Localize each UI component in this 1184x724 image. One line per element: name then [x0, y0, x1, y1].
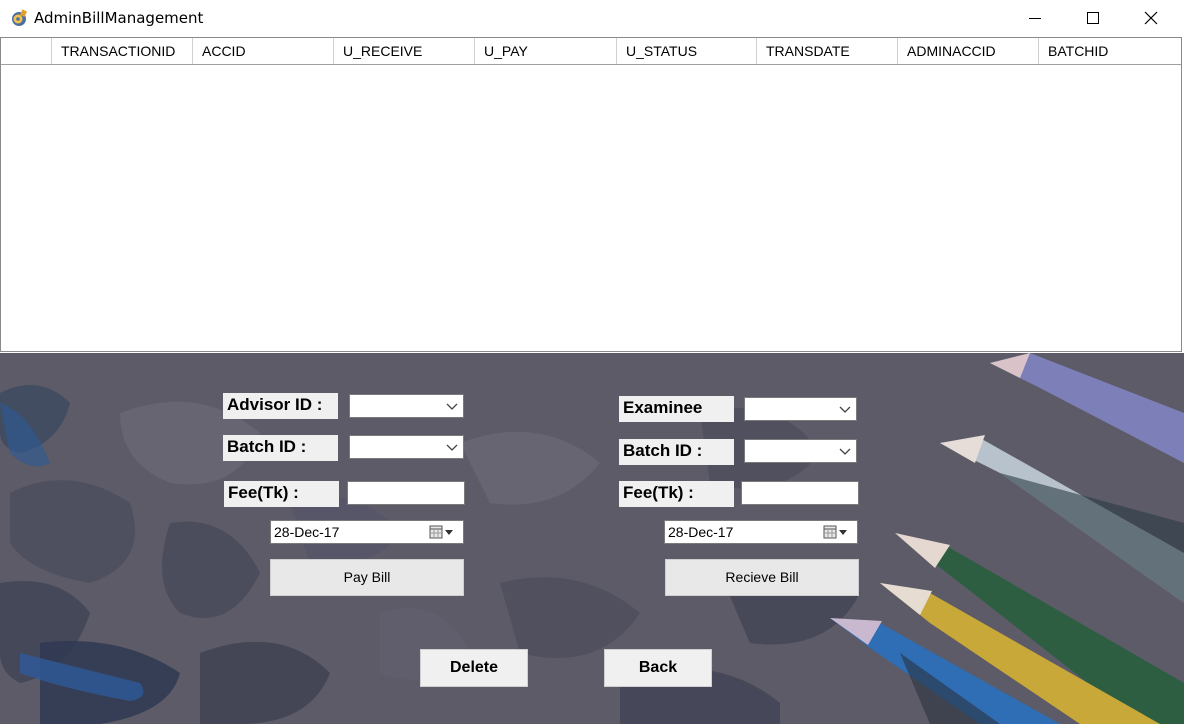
- column-header-transactionid[interactable]: TRANSACTIONID: [52, 38, 193, 64]
- maximize-button[interactable]: [1064, 0, 1122, 36]
- date-picker-right[interactable]: 28-Dec-17: [664, 520, 858, 544]
- calendar-icon: [823, 525, 847, 539]
- fee-input-right[interactable]: [741, 481, 859, 505]
- delete-button[interactable]: Delete: [420, 649, 528, 687]
- fee-label-left: Fee(Tk) :: [224, 481, 339, 507]
- background-art: [0, 353, 1184, 724]
- receive-bill-button[interactable]: Recieve Bill: [665, 559, 859, 596]
- back-button[interactable]: Back: [604, 649, 712, 687]
- column-header-batchid[interactable]: BATCHID: [1039, 38, 1181, 64]
- examinee-select[interactable]: [744, 397, 857, 421]
- examinee-label: Examinee: [619, 396, 734, 422]
- title-bar: AdminBillManagement: [0, 0, 1184, 36]
- form-panel: Advisor ID : Batch ID : Fee(Tk) : 28-Dec…: [0, 353, 1184, 724]
- date-value-right: 28-Dec-17: [668, 524, 734, 540]
- column-header-u-receive[interactable]: U_RECEIVE: [334, 38, 475, 64]
- close-button[interactable]: [1122, 0, 1180, 36]
- chevron-down-icon: [839, 406, 851, 413]
- batch-id-select-right[interactable]: [744, 439, 857, 463]
- date-value-left: 28-Dec-17: [274, 524, 340, 540]
- advisor-id-label: Advisor ID :: [223, 393, 338, 419]
- maximize-icon: [1087, 12, 1099, 24]
- window-title: AdminBillManagement: [34, 9, 204, 27]
- app-icon: [12, 9, 27, 26]
- column-header-transdate[interactable]: TRANSDATE: [757, 38, 898, 64]
- batch-id-label-left: Batch ID :: [223, 435, 338, 461]
- transactions-grid[interactable]: TRANSACTIONID ACCID U_RECEIVE U_PAY U_ST…: [0, 37, 1182, 352]
- minimize-button[interactable]: [1006, 0, 1064, 36]
- fee-input-left[interactable]: [347, 481, 465, 505]
- pay-bill-button[interactable]: Pay Bill: [270, 559, 464, 596]
- date-picker-left[interactable]: 28-Dec-17: [270, 520, 464, 544]
- calendar-icon: [429, 525, 453, 539]
- chevron-down-icon: [446, 444, 458, 451]
- column-header-u-status[interactable]: U_STATUS: [617, 38, 757, 64]
- close-icon: [1144, 11, 1158, 25]
- row-header-corner[interactable]: [1, 38, 52, 64]
- column-header-u-pay[interactable]: U_PAY: [475, 38, 617, 64]
- minimize-icon: [1029, 18, 1041, 19]
- grid-header: TRANSACTIONID ACCID U_RECEIVE U_PAY U_ST…: [1, 38, 1181, 65]
- advisor-id-select[interactable]: [349, 394, 464, 418]
- chevron-down-icon: [446, 403, 458, 410]
- batch-id-select-left[interactable]: [349, 435, 464, 459]
- chevron-down-icon: [839, 448, 851, 455]
- column-header-accid[interactable]: ACCID: [193, 38, 334, 64]
- batch-id-label-right: Batch ID :: [619, 439, 734, 465]
- fee-label-right: Fee(Tk) :: [619, 481, 734, 507]
- column-header-adminaccid[interactable]: ADMINACCID: [898, 38, 1039, 64]
